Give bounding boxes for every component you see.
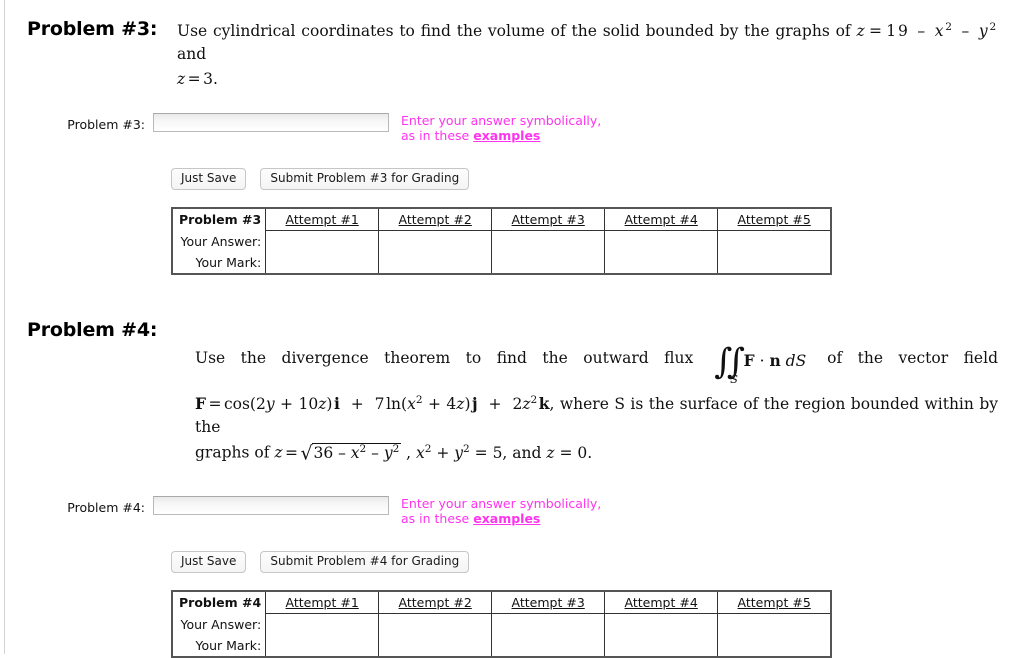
problem-4-examples-link[interactable]: examples [473,511,540,526]
problem-4-answer-cell-3 [491,613,606,636]
problem-4-hint-line2: as in these examples [401,511,601,527]
problem-3-mark-cell-1 [265,252,380,274]
problem-3-attempt-header-4: Attempt #4 [604,208,719,231]
table-row: Your Mark: [172,252,831,274]
problem-3-attempt-header-3: Attempt #3 [491,208,606,231]
problem-3-table-corner: Problem #3 [172,208,267,231]
problem-4-your-answer-label: Your Answer: [172,613,267,636]
problem-4-submit-button[interactable]: Submit Problem #4 for Grading [260,550,470,574]
problem-4-statement-text-2: of the vector field [811,349,998,367]
problem-4-statement-line-1: Use the divergence theorem to find the o… [195,344,998,386]
problem-3-answer-label: Problem #3: [67,116,145,132]
problem-3-mark-cell-5 [718,252,832,274]
problem-3-attempt-header-1: Attempt #1 [265,208,380,231]
problem-3-answer-cell-1 [265,230,380,252]
problem-3-hint-line1: Enter your answer symbolically, [401,112,602,128]
problem-4-title: Problem #4: [27,319,158,341]
problem-4-just-save-button[interactable]: Just Save [171,550,247,574]
problem-4-attempts-table: Problem #4 Attempt #1 Attempt #2 Attempt… [171,590,833,658]
problem-4-answer-row: Problem #4: Enter your answer symbolical… [5,495,1024,527]
problem-3-statement-text: Use cylindrical coordinates to find the … [177,22,857,41]
problem-3-answer-cell-5 [718,231,832,253]
problem-4-attempt-header-2: Attempt #2 [378,591,493,615]
problem-3-statement-and: and [177,44,207,63]
problem-4-hint-line1: Enter your answer symbolically, [401,495,602,511]
problem-4-hint-prefix: as in these [401,511,474,527]
vector-field-lhs: F [195,394,207,414]
integrand: F · n dS [743,351,807,371]
problem-3-mark-cell-4 [604,252,719,274]
problem-4-answer-input[interactable] [153,495,389,515]
problem-3-button-row: Just Save Submit Problem #3 for Grading [5,167,1024,190]
problem-3-equation-2: z = 3. [177,70,218,89]
problem-3-hint-line2: as in these examples [401,128,601,144]
vector-field-terms: cos(2y + 10z) i + 7 ln(x2 + 4z) j + 2z2 … [223,394,555,414]
problem-4-answer-cell-2 [378,613,493,636]
problem-4-answer-cell-1 [265,613,380,636]
problem-4-statement-text: Use the divergence theorem to find the o… [195,349,709,367]
problem-3-answer-cell-3 [491,230,606,252]
problem-3-your-mark-label: Your Mark: [172,252,267,274]
table-row: Your Answer: [172,230,832,253]
problem-4-answer-cell-5 [718,614,832,636]
problem-3-your-answer-label: Your Answer: [172,230,267,252]
assignment-page: Problem #3: Use cylindrical coordinates … [0,0,1024,658]
problem-3-answer-row: Problem #3: Enter your answer symbolical… [5,112,1024,144]
problem-3-statement: Use cylindrical coordinates to find the … [177,20,1024,91]
problem-3-answer-cell-4 [604,230,719,252]
problem-4-button-row: Just Save Submit Problem #4 for Grading [5,550,1024,574]
problem-3-title: Problem #3: [27,18,158,40]
problem-3-mark-cell-3 [491,252,606,274]
square-root-expression: √36 – x2 – y2 [300,442,402,465]
problem-3-answer-input[interactable] [153,112,389,132]
problem-3-hint: Enter your answer symbolically, as in th… [401,113,601,144]
problem-3-equation-1: z = 19 – x2 – y2 [856,21,998,41]
problem-block-3: Problem #3: Use cylindrical coordinates … [5,0,1024,275]
problem-block-4: Problem #4: Use the divergence theorem t… [5,275,1024,658]
problem-4-statement: Use the divergence theorem to find the o… [195,344,998,468]
problem-4-table-corner: Problem #4 [172,591,267,614]
problem-4-graphs-line: graphs of z = √36 – x2 – y2 , x2 + y2 = 5,… [195,440,998,467]
problem-3-hint-prefix: as in these [401,128,474,144]
problem-4-answer-cell-4 [604,613,719,636]
problem-3-answer-cell-2 [378,230,493,252]
graphs-prefix: graphs of z = [195,443,298,462]
problem-4-attempt-header-1: Attempt #1 [265,591,380,615]
problem-3-attempt-header-2: Attempt #2 [378,208,493,231]
problem-4-attempt-header-5: Attempt #5 [717,591,832,615]
problem-3-submit-button[interactable]: Submit Problem #3 for Grading [260,167,470,190]
problem-3-examples-link[interactable]: examples [473,128,540,143]
problem-4-attempts-wrap: Problem #4 Attempt #1 Attempt #2 Attempt… [5,590,1024,658]
table-row: Problem #4 Attempt #1 Attempt #2 Attempt… [172,591,832,615]
graphs-suffix: , x2 + y2 = 5, and z = 0. [401,442,593,462]
problem-3-mark-cell-2 [378,252,493,274]
integral-subscript: S [730,372,738,387]
problem-4-hint: Enter your answer symbolically, as in th… [401,496,601,527]
problem-4-attempt-header-3: Attempt #3 [491,591,606,615]
problem-4-attempt-header-4: Attempt #4 [604,591,719,615]
problem-3-just-save-button[interactable]: Just Save [171,167,247,190]
table-row: Your Answer: [172,613,832,636]
problem-3-attempts-wrap: Problem #3 Attempt #1 Attempt #2 Attempt… [5,207,1024,275]
problem-4-answer-label: Problem #4: [67,499,145,515]
problem-4-field-line: F = cos(2y + 10z) i + 7 ln(x2 + 4z) j + 2z… [195,394,998,436]
table-row: Problem #3 Attempt #1 Attempt #2 Attempt… [172,208,832,231]
surface-integral-symbol: ∫∫ S F · n dS [714,344,807,386]
problem-3-attempts-table: Problem #3 Attempt #1 Attempt #2 Attempt… [171,207,833,275]
problem-3-attempt-header-5: Attempt #5 [717,208,832,231]
